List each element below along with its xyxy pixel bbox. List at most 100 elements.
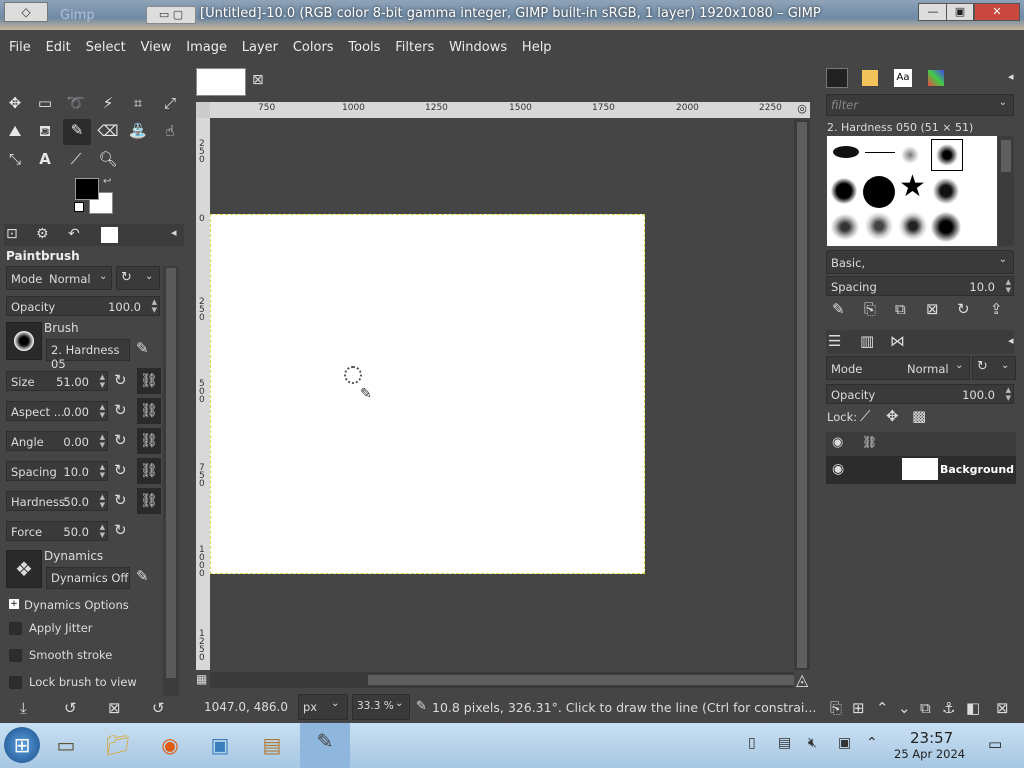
- zoom-dropdown[interactable]: 33.3 % ⌄: [352, 694, 410, 720]
- clock-time[interactable]: 23:57: [910, 729, 953, 747]
- clock-date[interactable]: 25 Apr 2024: [894, 747, 965, 761]
- visibility-eye-icon[interactable]: ◉: [832, 461, 844, 477]
- lock-pixels-icon[interactable]: ⟋: [860, 407, 871, 425]
- brushes-tab-icon[interactable]: [826, 68, 848, 88]
- brush-item[interactable]: [831, 178, 857, 204]
- terminal-icon[interactable]: ▭: [48, 727, 84, 763]
- image-canvas[interactable]: [210, 214, 645, 574]
- image-tab-thumbnail[interactable]: [196, 68, 246, 96]
- dynamics-options-label[interactable]: Dynamics Options: [24, 598, 129, 612]
- paths-tab-icon[interactable]: ⋈: [890, 332, 905, 350]
- duplicate-layer-icon[interactable]: ⧉: [920, 699, 931, 717]
- brush-item[interactable]: [899, 212, 927, 240]
- dynamics-field[interactable]: Dynamics Off: [46, 567, 130, 589]
- close-button[interactable]: ✕: [974, 3, 1020, 21]
- delete-brush-icon[interactable]: ⊠: [926, 300, 939, 318]
- brush-item[interactable]: [833, 146, 859, 158]
- smooth-stroke-checkbox[interactable]: [9, 649, 22, 662]
- device-status-tab-icon[interactable]: ⚙: [36, 226, 49, 242]
- brush-item[interactable]: [901, 146, 919, 164]
- spin-arrows-icon[interactable]: ▲ ▼: [100, 463, 105, 479]
- swap-colors-icon[interactable]: ↩: [103, 176, 111, 187]
- reset-mode-button[interactable]: ↻ ⌄: [116, 266, 160, 290]
- eraser-tool-icon[interactable]: ⌫: [97, 120, 119, 142]
- network-tray-icon[interactable]: ▣: [838, 735, 851, 751]
- menu-edit[interactable]: Edit: [46, 30, 71, 55]
- spin-arrows-icon[interactable]: ▲ ▼: [100, 493, 105, 509]
- panel-menu-icon[interactable]: ◂: [171, 226, 177, 239]
- navigate-triangle-icon[interactable]: ◬: [796, 670, 808, 689]
- spin-arrows-icon[interactable]: ▲ ▼: [100, 373, 105, 389]
- dynamics-icon[interactable]: ❖: [6, 550, 42, 588]
- horizontal-scrollbar-thumb[interactable]: [368, 675, 794, 685]
- move-tool-icon[interactable]: ✥: [4, 92, 26, 114]
- link-aspect-icon[interactable]: ⛓: [137, 398, 161, 424]
- dock-menu-icon[interactable]: ◂: [1008, 70, 1014, 83]
- refresh-brushes-icon[interactable]: ↻: [957, 300, 970, 318]
- brush-item-selected[interactable]: [931, 139, 963, 171]
- navigate-icon[interactable]: ▦: [196, 672, 207, 686]
- smudge-tool-icon[interactable]: ☝: [159, 120, 181, 142]
- lock-alpha-icon[interactable]: ▩: [912, 407, 926, 425]
- show-desktop-icon[interactable]: ▭: [988, 735, 1002, 753]
- close-tab-icon[interactable]: ⊠: [252, 72, 264, 88]
- open-brush-icon[interactable]: ⇪: [990, 300, 1003, 318]
- default-colors-icon[interactable]: [74, 202, 84, 212]
- menu-tools[interactable]: Tools: [348, 30, 380, 55]
- menu-file[interactable]: File: [9, 30, 31, 55]
- brush-item[interactable]: [831, 214, 859, 240]
- size-slider[interactable]: Size 51.00 ▲ ▼: [6, 371, 108, 391]
- scrollbar-thumb[interactable]: [1001, 140, 1011, 172]
- lasso-tool-icon[interactable]: ➰: [65, 92, 87, 114]
- horizontal-scrollbar[interactable]: [210, 672, 794, 688]
- quick-mask-corner-icon[interactable]: [196, 102, 210, 118]
- new-layer-icon[interactable]: ⎘: [830, 699, 842, 717]
- brush-spacing-slider[interactable]: Spacing 10.0 ▲ ▼: [826, 276, 1014, 296]
- unit-dropdown[interactable]: px ⌄: [298, 694, 348, 720]
- raise-layer-icon[interactable]: ⌃: [876, 699, 889, 717]
- edit-brush-icon[interactable]: ✎: [832, 300, 845, 318]
- scrollbar-thumb[interactable]: [166, 268, 176, 678]
- lower-layer-icon[interactable]: ⌄: [898, 699, 911, 717]
- brush-grid-scrollbar[interactable]: [998, 136, 1014, 246]
- zoom-fit-icon[interactable]: ◎: [794, 102, 810, 118]
- delete-options-icon[interactable]: ⊠: [108, 699, 121, 717]
- vertical-scrollbar-thumb[interactable]: [797, 122, 807, 668]
- hardness-slider[interactable]: Hardness 50.0 ▲ ▼: [6, 491, 108, 511]
- patterns-tab-icon[interactable]: [862, 70, 878, 86]
- layer-opacity-slider[interactable]: Opacity 100.0 ▲ ▼: [826, 384, 1014, 404]
- reset-aspect-icon[interactable]: ↻: [114, 401, 127, 419]
- control-panel-icon[interactable]: ▣: [202, 727, 238, 763]
- edit-brush-icon[interactable]: ✎: [136, 339, 149, 357]
- brush-grid[interactable]: ★: [827, 136, 997, 246]
- menu-filters[interactable]: Filters: [395, 30, 434, 55]
- layers-tab-icon[interactable]: ☰: [828, 332, 841, 350]
- new-brush-icon[interactable]: ⎘: [864, 300, 876, 318]
- spin-arrows-icon[interactable]: ▲ ▼: [100, 433, 105, 449]
- force-slider[interactable]: Force 50.0 ▲ ▼: [6, 521, 108, 541]
- menu-view[interactable]: View: [141, 30, 172, 55]
- channels-tab-icon[interactable]: ▥: [860, 332, 874, 350]
- layer-name[interactable]: Background: [940, 463, 1014, 476]
- anchor-layer-icon[interactable]: ⚓: [942, 699, 955, 717]
- dock-menu-icon[interactable]: ◂: [1008, 334, 1014, 347]
- spin-arrows-icon[interactable]: ▲ ▼: [100, 403, 105, 419]
- delete-layer-icon[interactable]: ⊠: [996, 699, 1009, 717]
- menu-help[interactable]: Help: [522, 30, 552, 55]
- link-size-icon[interactable]: ⛓: [137, 368, 161, 394]
- aspect-slider[interactable]: Aspect ... 0.00 ▲ ▼: [6, 401, 108, 421]
- firefox-icon[interactable]: ◉: [152, 727, 188, 763]
- color-picker-tool-icon[interactable]: ⟋: [65, 148, 87, 170]
- spacing-slider[interactable]: Spacing 10.0 ▲ ▼: [6, 461, 108, 481]
- spin-arrows-icon[interactable]: ▲ ▼: [1006, 386, 1011, 402]
- mask-layer-icon[interactable]: ◧: [966, 699, 980, 717]
- duplicate-brush-icon[interactable]: ⧉: [895, 300, 906, 318]
- background-window-buttons[interactable]: ▭ ▢: [146, 6, 196, 24]
- foreground-color-swatch[interactable]: [75, 178, 99, 200]
- crop-tool-icon[interactable]: ⌗: [127, 92, 149, 114]
- transform-tool-icon[interactable]: ⤢: [159, 92, 181, 114]
- chevron-up-icon[interactable]: ⌃: [866, 735, 878, 751]
- bucket-fill-tool-icon[interactable]: ⛾: [34, 120, 56, 142]
- menu-layer[interactable]: Layer: [242, 30, 278, 55]
- tool-options-scrollbar[interactable]: [163, 266, 179, 696]
